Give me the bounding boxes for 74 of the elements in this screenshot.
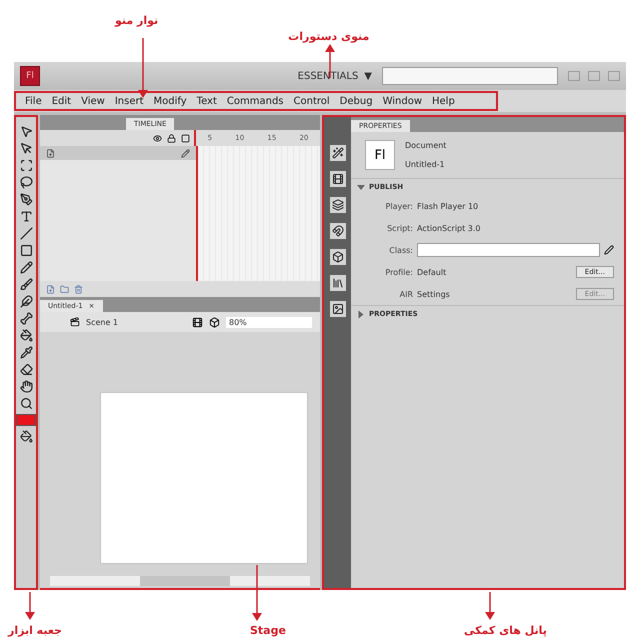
pencil-icon[interactable]: [181, 148, 190, 158]
wand-icon[interactable]: [330, 145, 346, 161]
annotation-arrow: [25, 592, 35, 620]
property-value: Flash Player 10: [417, 202, 480, 210]
bucket-icon[interactable]: [20, 329, 32, 342]
document-kind: Document: [405, 141, 446, 150]
fill-swatch[interactable]: [16, 414, 36, 426]
line-icon[interactable]: [20, 227, 32, 240]
clapper-icon: [70, 317, 80, 327]
outline-icon[interactable]: [181, 134, 190, 142]
menu-item[interactable]: Text: [192, 96, 222, 106]
hand-icon[interactable]: [20, 380, 32, 393]
workspace-switcher[interactable]: ESSENTIALS ▼: [296, 70, 374, 82]
annotation-label: پانل های کمکی: [464, 624, 547, 637]
lasso-icon[interactable]: [20, 176, 32, 189]
property-label: AIR: [398, 290, 413, 298]
pencil-icon[interactable]: [604, 245, 614, 255]
layer-icon: [46, 148, 55, 158]
menu-item[interactable]: Control: [288, 96, 335, 106]
document-name: Untitled-1: [405, 160, 446, 169]
menu-item[interactable]: Modify: [148, 96, 192, 106]
feather-icon[interactable]: [20, 295, 32, 308]
arrow-icon[interactable]: [20, 125, 32, 138]
folder-icon[interactable]: [60, 284, 69, 294]
arrow-icon[interactable]: [20, 142, 32, 155]
class-field[interactable]: [417, 243, 600, 257]
menu-item[interactable]: Debug: [334, 96, 378, 106]
menu-item[interactable]: Window: [378, 96, 427, 106]
film-icon[interactable]: [330, 171, 346, 187]
library-icon[interactable]: [330, 275, 346, 291]
menu-item[interactable]: Help: [427, 96, 460, 106]
scroll-bar[interactable]: [50, 576, 310, 586]
film-icon[interactable]: [192, 316, 203, 328]
property-label: Profile:: [384, 268, 413, 276]
magnet-icon[interactable]: [330, 223, 346, 239]
bone-icon[interactable]: [20, 312, 32, 325]
zoom-field[interactable]: 80%: [226, 316, 312, 328]
annotation-label: Stage: [250, 624, 286, 637]
lock-icon[interactable]: [167, 134, 176, 142]
annotation-label: جعبه ابزار: [8, 624, 62, 637]
eye-icon[interactable]: [153, 134, 162, 142]
new-layer-icon[interactable]: [46, 284, 55, 294]
menu-item[interactable]: Commands: [222, 96, 289, 106]
document-badge: Fl: [365, 140, 395, 170]
layers-icon[interactable]: [330, 197, 346, 213]
search-icon[interactable]: [20, 397, 32, 410]
eyedropper-icon[interactable]: [20, 346, 32, 359]
transform-icon[interactable]: [20, 159, 32, 172]
annotation-label: نوار منو: [115, 14, 158, 27]
image-icon[interactable]: [330, 301, 346, 317]
property-value: Default: [417, 268, 448, 276]
annotation-label: منوی دستورات: [288, 30, 370, 43]
menu-item[interactable]: File: [20, 96, 47, 106]
menu-item[interactable]: View: [76, 96, 110, 106]
app-logo: Fl: [20, 66, 40, 86]
pen-icon[interactable]: [20, 193, 32, 206]
menu-item[interactable]: Edit: [46, 96, 76, 106]
rectangle-icon[interactable]: [20, 244, 32, 257]
pencil-icon[interactable]: [20, 261, 32, 274]
property-value: ActionScript 3.0: [417, 224, 482, 232]
search-field[interactable]: [382, 67, 558, 85]
trash-icon[interactable]: [74, 284, 83, 294]
property-label: Player:: [384, 202, 413, 210]
box-icon[interactable]: [209, 316, 220, 328]
property-label: Class:: [388, 246, 413, 254]
text-icon[interactable]: [20, 210, 32, 223]
property-value: Settings: [417, 290, 451, 298]
eraser-icon[interactable]: [20, 363, 32, 376]
property-label: Script:: [386, 224, 413, 232]
brush-icon[interactable]: [20, 278, 32, 291]
menu-item[interactable]: Insert: [110, 96, 149, 106]
scene-label: Scene 1: [86, 318, 118, 326]
annotation-arrow: [485, 592, 495, 620]
bucket-icon[interactable]: [20, 430, 32, 443]
